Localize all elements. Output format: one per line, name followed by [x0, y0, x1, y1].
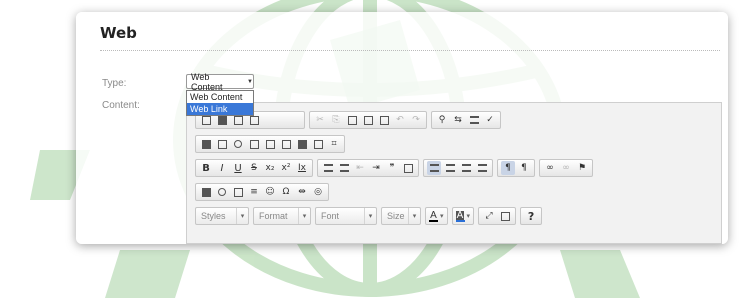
format-combo-label: Format — [259, 211, 288, 221]
link-icon[interactable]: ∞ — [543, 161, 557, 175]
type-select[interactable]: Web Content ▼ — [186, 71, 254, 92]
type-select-value: Web Content — [191, 71, 223, 92]
ltr-icon[interactable]: ¶ — [501, 161, 515, 175]
text-color-label: A — [430, 209, 437, 221]
toolbar-group-tools: ⤢ — [478, 207, 517, 225]
spellcheck-icon[interactable]: ✓ — [483, 113, 497, 127]
toolbar-group-forms: ⌗ — [195, 135, 345, 153]
toolbar-group-basic-styles: B I U S x₂ x² Ix — [195, 159, 313, 177]
chevron-down-icon: ▾ — [440, 213, 444, 220]
div-icon[interactable] — [401, 161, 415, 175]
about-button[interactable]: ? — [524, 209, 538, 223]
numbered-list-icon[interactable] — [321, 161, 335, 175]
toolbar-row-5: Styles ▾ Format ▾ Font ▾ Size ▾ A ▾ A ▾ … — [195, 207, 543, 225]
rtl-icon[interactable]: ¶ — [517, 161, 531, 175]
bold-button[interactable]: B — [199, 161, 213, 175]
toolbar-row-2: ⌗ — [195, 135, 345, 153]
styles-combo[interactable]: Styles ▾ — [195, 207, 249, 225]
toolbar-group-clipboard: ✂ ⎘ ↶ ↷ — [309, 111, 427, 129]
size-combo[interactable]: Size ▾ — [381, 207, 421, 225]
textfield-icon[interactable] — [247, 137, 261, 151]
bulleted-list-icon[interactable] — [337, 161, 351, 175]
indent-icon[interactable]: ⇥ — [369, 161, 383, 175]
justify-icon[interactable] — [475, 161, 489, 175]
smiley-icon[interactable]: ☺ — [263, 185, 277, 199]
chevron-down-icon: ▾ — [408, 208, 420, 224]
type-option-web-content[interactable]: Web Content — [187, 91, 253, 103]
undo-icon[interactable]: ↶ — [393, 113, 407, 127]
strike-button[interactable]: S — [247, 161, 261, 175]
toolbar-group-align — [423, 159, 493, 177]
align-center-icon[interactable] — [443, 161, 457, 175]
subscript-button[interactable]: x₂ — [263, 161, 277, 175]
anchor-icon[interactable]: ⚑ — [575, 161, 589, 175]
type-label: Type: — [102, 78, 127, 89]
chevron-down-icon: ▾ — [236, 208, 248, 224]
flash-icon[interactable] — [215, 185, 229, 199]
replace-icon[interactable]: ⇆ — [451, 113, 465, 127]
bg-color-swatch — [455, 219, 465, 222]
bg-color-button[interactable]: A ▾ — [451, 207, 475, 225]
content-label: Content: — [102, 100, 140, 111]
outdent-icon[interactable]: ⇤ — [353, 161, 367, 175]
text-color-button[interactable]: A ▾ — [425, 207, 448, 225]
maximize-icon[interactable]: ⤢ — [482, 209, 496, 223]
paste-word-icon[interactable] — [377, 113, 391, 127]
image-button-icon[interactable] — [311, 137, 325, 151]
chevron-down-icon: ▾ — [364, 208, 376, 224]
image-icon[interactable] — [199, 185, 213, 199]
form-icon[interactable] — [199, 137, 213, 151]
paste-text-icon[interactable] — [361, 113, 375, 127]
toolbar-group-editing: ⚲ ⇆ ✓ — [431, 111, 501, 129]
remove-format-button[interactable]: Ix — [295, 161, 309, 175]
format-combo[interactable]: Format ▾ — [253, 207, 311, 225]
type-dropdown-list: Web Content Web Link — [186, 90, 254, 116]
rich-text-editor[interactable]: ✂ ⎘ ↶ ↷ ⚲ ⇆ ✓ ⌗ B I U S x₂ x² Ix ⇤ ⇥ ❞ ¶… — [186, 102, 722, 244]
cut-icon[interactable]: ✂ — [313, 113, 327, 127]
checkbox-icon[interactable] — [215, 137, 229, 151]
page-title: Web — [100, 24, 137, 42]
blockquote-icon[interactable]: ❞ — [385, 161, 399, 175]
horizontal-rule-icon[interactable]: ≡ — [247, 185, 261, 199]
styles-combo-label: Styles — [201, 211, 226, 221]
iframe-icon[interactable]: ◎ — [311, 185, 325, 199]
align-right-icon[interactable] — [459, 161, 473, 175]
show-blocks-icon[interactable] — [498, 209, 512, 223]
toolbar-row-3: B I U S x₂ x² Ix ⇤ ⇥ ❞ ¶ ¶ ∞ ∞ ⚑ — [195, 159, 593, 177]
page-break-icon[interactable]: ⇹ — [295, 185, 309, 199]
select-field-icon[interactable] — [279, 137, 293, 151]
italic-button[interactable]: I — [215, 161, 229, 175]
button-icon[interactable] — [295, 137, 309, 151]
font-combo-label: Font — [321, 211, 340, 221]
font-combo[interactable]: Font ▾ — [315, 207, 377, 225]
type-option-web-link[interactable]: Web Link — [187, 103, 253, 115]
toolbar-group-about: ? — [520, 207, 543, 225]
hidden-field-icon[interactable]: ⌗ — [327, 137, 341, 151]
chevron-down-icon: ▾ — [298, 208, 310, 224]
title-divider — [100, 50, 720, 51]
toolbar-group-bidi: ¶ ¶ — [497, 159, 535, 177]
chevron-down-icon: ▾ — [466, 213, 471, 220]
toolbar-row-4: ≡ ☺ Ω ⇹ ◎ — [195, 183, 329, 201]
bg-color-label: A — [455, 209, 465, 221]
radio-icon[interactable] — [231, 137, 245, 151]
unlink-icon[interactable]: ∞ — [559, 161, 573, 175]
select-all-icon[interactable] — [467, 113, 481, 127]
toolbar-group-links: ∞ ∞ ⚑ — [539, 159, 593, 177]
superscript-button[interactable]: x² — [279, 161, 293, 175]
redo-icon[interactable]: ↷ — [409, 113, 423, 127]
special-char-icon[interactable]: Ω — [279, 185, 293, 199]
toolbar-group-paragraph: ⇤ ⇥ ❞ — [317, 159, 419, 177]
toolbar-group-insert: ≡ ☺ Ω ⇹ ◎ — [195, 183, 329, 201]
chevron-down-icon: ▼ — [247, 78, 253, 85]
size-combo-label: Size — [387, 211, 405, 221]
copy-icon[interactable]: ⎘ — [329, 113, 343, 127]
text-color-swatch — [429, 219, 438, 222]
find-icon[interactable]: ⚲ — [435, 113, 449, 127]
paste-icon[interactable] — [345, 113, 359, 127]
align-left-icon[interactable] — [427, 161, 441, 175]
underline-button[interactable]: U — [231, 161, 245, 175]
table-icon[interactable] — [231, 185, 245, 199]
textarea-icon[interactable] — [263, 137, 277, 151]
